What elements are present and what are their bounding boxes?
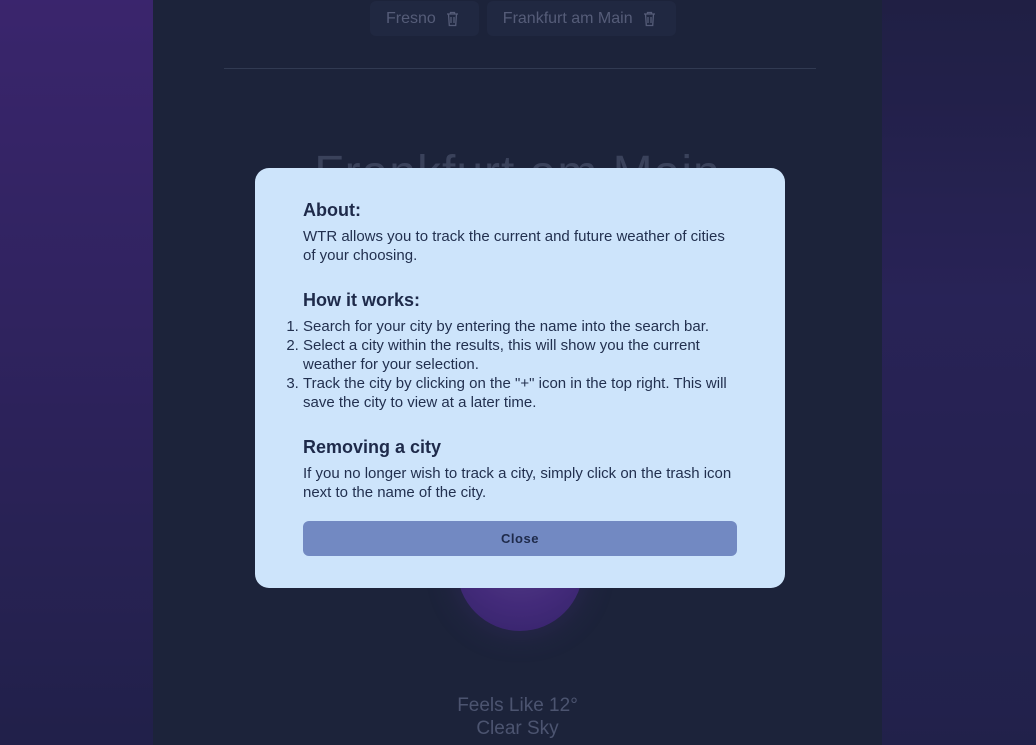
close-button[interactable]: Close	[303, 521, 737, 556]
about-text: WTR allows you to track the current and …	[303, 228, 725, 264]
list-item: Select a city within the results, this w…	[303, 336, 737, 374]
remove-text: If you no longer wish to track a city, s…	[303, 465, 732, 501]
about-modal: About: WTR allows you to track the curre…	[255, 168, 785, 588]
steps-list: Search for your city by entering the nam…	[303, 317, 737, 412]
about-title: About:	[303, 200, 361, 220]
remove-section: Removing a city If you no longer wish to…	[303, 437, 737, 502]
remove-title: Removing a city	[303, 437, 442, 457]
list-item: Track the city by clicking on the "+" ic…	[303, 374, 737, 412]
how-title: How it works:	[303, 290, 421, 310]
about-section: About: WTR allows you to track the curre…	[303, 200, 737, 265]
how-section: How it works: Search for your city by en…	[303, 290, 737, 412]
list-item: Search for your city by entering the nam…	[303, 317, 737, 336]
